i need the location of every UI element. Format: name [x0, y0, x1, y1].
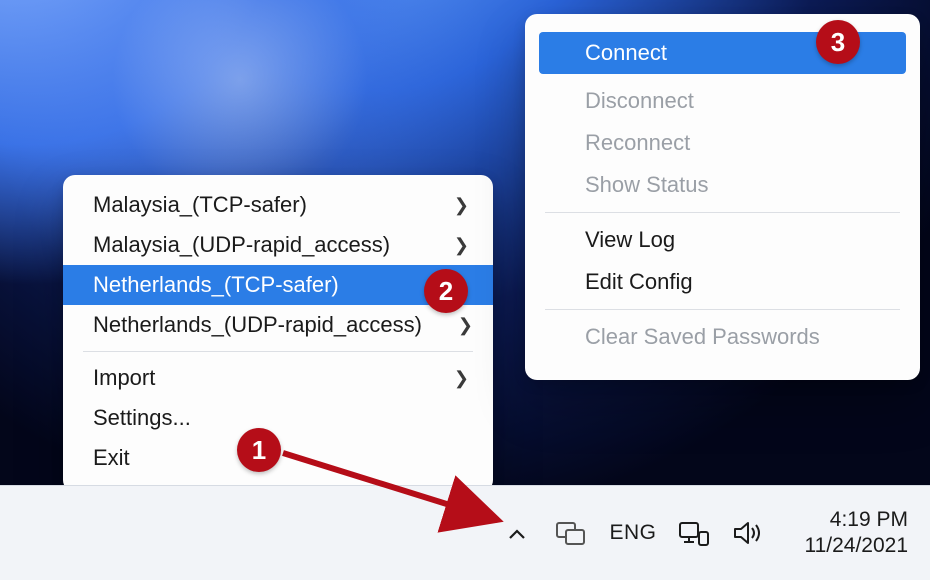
menu-separator: [545, 212, 900, 213]
menu-item-label: Reconnect: [585, 130, 690, 156]
menu-item-label: Settings...: [93, 405, 191, 431]
server-item-netherlands-udp[interactable]: Netherlands_(UDP-rapid_access) ❯: [63, 305, 493, 345]
submenu-item-edit-config[interactable]: Edit Config: [525, 261, 920, 303]
menu-item-import[interactable]: Import ❯: [63, 358, 493, 398]
menu-item-label: Disconnect: [585, 88, 694, 114]
menu-item-label: Netherlands_(TCP-safer): [93, 272, 339, 298]
menu-item-label: Netherlands_(UDP-rapid_access): [93, 312, 422, 338]
menu-item-label: Connect: [585, 40, 667, 66]
menu-separator: [83, 351, 473, 352]
openvpn-server-submenu: Connect Disconnect Reconnect Show Status…: [525, 14, 920, 380]
submenu-item-clear-passwords[interactable]: Clear Saved Passwords: [525, 316, 920, 358]
annotation-badge-1: 1: [237, 428, 281, 472]
language-indicator[interactable]: ENG: [609, 521, 656, 545]
menu-item-label: Show Status: [585, 172, 709, 198]
server-item-malaysia-tcp[interactable]: Malaysia_(TCP-safer) ❯: [63, 185, 493, 225]
menu-item-label: View Log: [585, 227, 675, 253]
clock-time: 4:19 PM: [804, 507, 908, 533]
submenu-item-view-log[interactable]: View Log: [525, 219, 920, 261]
menu-item-label: Import: [93, 365, 155, 391]
openvpn-tray-icon[interactable]: [555, 517, 587, 549]
tray-overflow-icon[interactable]: [501, 517, 533, 549]
system-tray: ENG 4:19 PM 11/24/2021: [501, 507, 908, 560]
submenu-arrow-icon: ❯: [454, 368, 469, 389]
windows-taskbar: ENG 4:19 PM 11/24/2021: [0, 485, 930, 580]
menu-separator: [545, 309, 900, 310]
annotation-badge-2: 2: [424, 269, 468, 313]
annotation-badge-3: 3: [816, 20, 860, 64]
clock-date: 11/24/2021: [804, 533, 908, 559]
taskbar-clock[interactable]: 4:19 PM 11/24/2021: [804, 507, 908, 560]
submenu-arrow-icon: ❯: [458, 315, 473, 336]
menu-item-settings[interactable]: Settings...: [63, 398, 493, 438]
network-icon[interactable]: [678, 517, 710, 549]
menu-item-label: Exit: [93, 445, 130, 471]
submenu-arrow-icon: ❯: [454, 235, 469, 256]
server-item-malaysia-udp[interactable]: Malaysia_(UDP-rapid_access) ❯: [63, 225, 493, 265]
menu-item-label: Edit Config: [585, 269, 693, 295]
menu-item-label: Malaysia_(UDP-rapid_access): [93, 232, 390, 258]
menu-item-label: Malaysia_(TCP-safer): [93, 192, 307, 218]
submenu-arrow-icon: ❯: [454, 195, 469, 216]
submenu-item-reconnect[interactable]: Reconnect: [525, 122, 920, 164]
volume-icon[interactable]: [732, 517, 764, 549]
menu-item-label: Clear Saved Passwords: [585, 324, 820, 350]
submenu-item-disconnect[interactable]: Disconnect: [525, 80, 920, 122]
submenu-item-show-status[interactable]: Show Status: [525, 164, 920, 206]
